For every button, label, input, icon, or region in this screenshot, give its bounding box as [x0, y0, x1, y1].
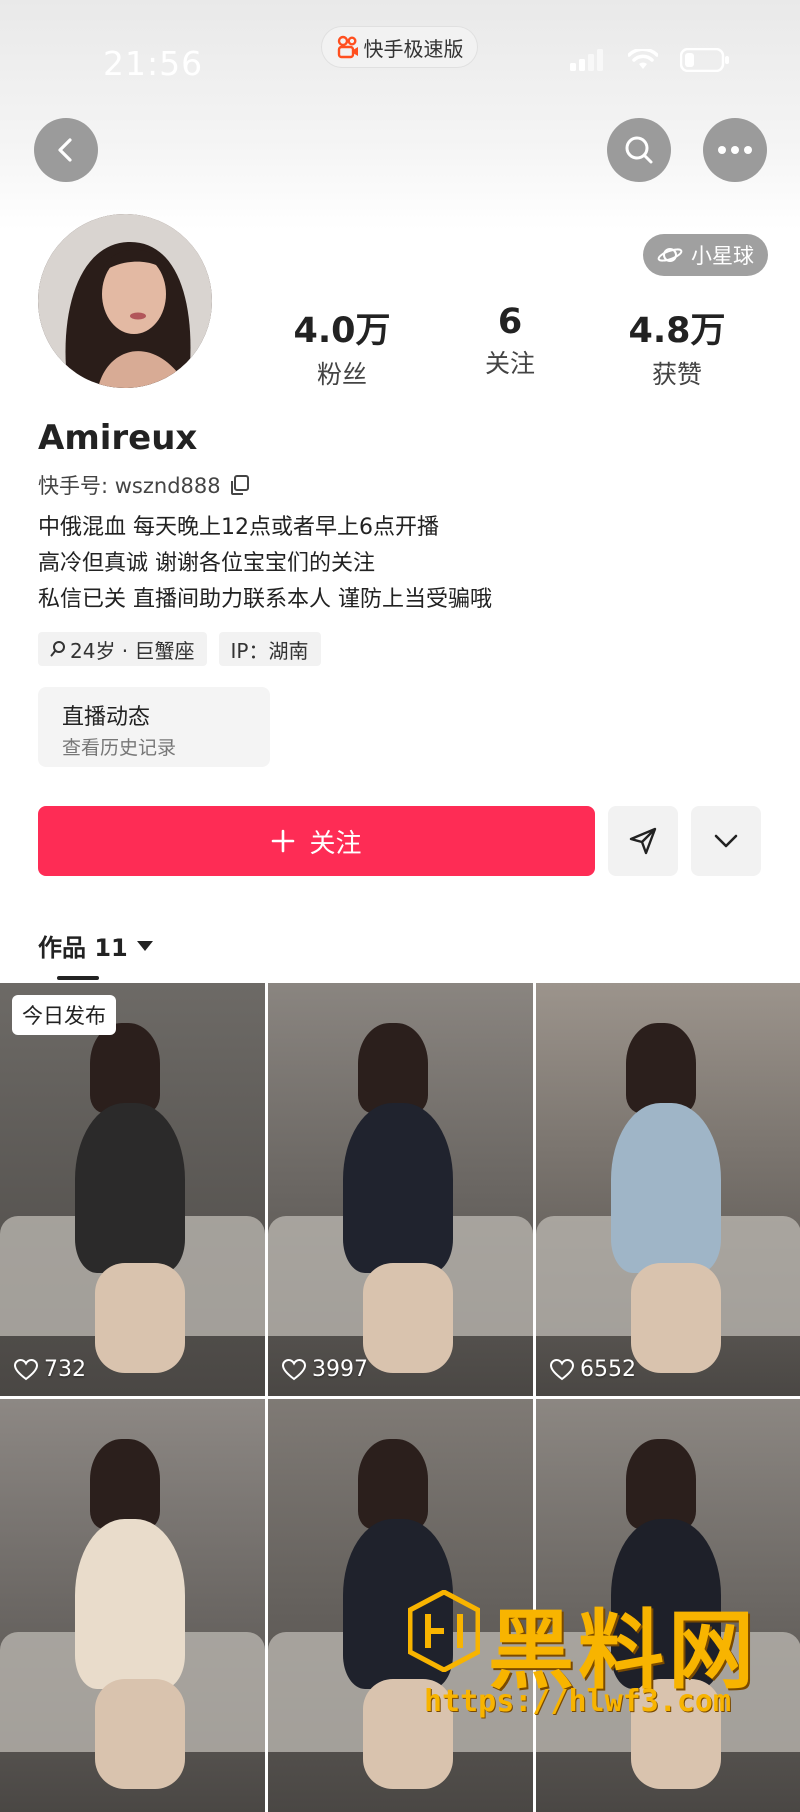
- tag-label: IP：湖南: [230, 638, 309, 663]
- follow-button[interactable]: 关注: [38, 806, 595, 876]
- avatar[interactable]: [38, 214, 212, 388]
- back-button[interactable]: [34, 118, 98, 182]
- search-small-icon: [50, 641, 65, 657]
- stat-likes[interactable]: 4.8万 获赞: [597, 302, 757, 391]
- tile-figure-head: [90, 1023, 160, 1113]
- tile-figure-head: [358, 1439, 428, 1529]
- search-button[interactable]: [607, 118, 671, 182]
- chevron-down-icon: [714, 834, 738, 848]
- app-indicator[interactable]: 快手极速版: [322, 27, 477, 67]
- tile-figure-legs: [95, 1679, 185, 1789]
- watermark: 黑料网 https://hlwf3.com: [398, 1580, 788, 1740]
- stat-following[interactable]: 6 关注: [430, 302, 590, 380]
- work-tile[interactable]: [0, 1399, 265, 1812]
- kuaishou-id-row[interactable]: 快手号: wsznd888: [38, 470, 251, 500]
- likes-count: 732: [44, 1357, 86, 1382]
- tile-figure-legs: [631, 1263, 721, 1373]
- work-tile[interactable]: 6552: [536, 983, 800, 1396]
- tab-indicator: [57, 976, 99, 980]
- chevron-left-icon: [58, 138, 72, 162]
- watermark-logo-icon: [408, 1590, 480, 1672]
- copy-icon[interactable]: [229, 474, 251, 496]
- tab-works-label: 作品 11: [38, 934, 128, 962]
- tile-figure-legs: [363, 1263, 453, 1373]
- status-time: 21:56: [103, 44, 204, 83]
- live-history-card[interactable]: 直播动态 查看历史记录: [38, 687, 270, 767]
- work-tile[interactable]: 3997: [268, 983, 533, 1396]
- tile-figure-body: [75, 1103, 185, 1273]
- stat-value: 4.8万: [628, 311, 726, 351]
- bio-line: 高冷但真诚 谢谢各位宝宝们的关注: [38, 551, 375, 576]
- heart-icon: [550, 1358, 574, 1380]
- share-button[interactable]: [608, 806, 678, 876]
- caret-down-icon: [136, 940, 153, 951]
- tag-ip: IP：湖南: [218, 632, 321, 666]
- profile-tags: 24岁 · 巨蟹座 IP：湖南: [38, 632, 321, 666]
- heart-icon: [282, 1358, 306, 1380]
- watermark-url: https://hlwf3.com: [424, 1684, 732, 1719]
- kuaishou-logo-icon: [337, 35, 358, 59]
- follow-label: 关注: [309, 828, 362, 859]
- tile-likes: 732: [14, 1357, 86, 1382]
- stat-label: 获赞: [651, 360, 702, 389]
- tile-figure-body: [343, 1103, 453, 1273]
- live-card-subtitle: 查看历史记录: [62, 737, 177, 759]
- bio-line: 中俄混血 每天晚上12点或者早上6点开播: [38, 515, 439, 540]
- today-badge: 今日发布: [12, 995, 116, 1035]
- planet-icon: [657, 248, 683, 262]
- username: Amireux: [38, 418, 198, 458]
- send-icon: [629, 827, 657, 855]
- stat-label: 粉丝: [316, 360, 367, 389]
- more-button[interactable]: [703, 118, 767, 182]
- tab-works[interactable]: 作品 11: [38, 928, 154, 963]
- tile-likes: 3997: [282, 1357, 368, 1382]
- more-dots-icon: [718, 146, 752, 154]
- plus-icon: [272, 829, 295, 853]
- likes-count: 6552: [580, 1357, 636, 1382]
- tile-figure-legs: [95, 1263, 185, 1373]
- planet-badge-label: 小星球: [691, 244, 754, 268]
- tile-figure-body: [75, 1519, 185, 1689]
- planet-badge[interactable]: 小星球: [643, 234, 768, 276]
- tag-age-zodiac[interactable]: 24岁 · 巨蟹座: [38, 632, 207, 666]
- stat-value: 6: [497, 302, 523, 342]
- status-bar: 21:56 快手极速版: [0, 0, 800, 110]
- stat-value: 4.0万: [293, 311, 391, 351]
- stat-followers[interactable]: 4.0万 粉丝: [262, 302, 422, 391]
- tile-figure-body: [611, 1103, 721, 1273]
- stat-label: 关注: [484, 349, 535, 378]
- tile-figure-head: [90, 1439, 160, 1529]
- tag-label: 24岁 · 巨蟹座: [70, 638, 195, 663]
- system-icons: [570, 48, 730, 72]
- tile-figure-head: [626, 1439, 696, 1529]
- avatar-portrait: [38, 214, 212, 388]
- kuaishou-id: 快手号: wsznd888: [38, 474, 221, 498]
- bio: 中俄混血 每天晚上12点或者早上6点开播 高冷但真诚 谢谢各位宝宝们的关注 私信…: [38, 510, 492, 618]
- bio-line: 私信已关 直播间助力联系本人 谨防上当受骗哦: [38, 587, 492, 612]
- wifi-icon: [628, 49, 658, 69]
- tile-figure-head: [626, 1023, 696, 1113]
- battery-icon: [680, 48, 729, 72]
- work-tile[interactable]: 今日发布 732: [0, 983, 265, 1396]
- live-card-title: 直播动态: [62, 705, 151, 730]
- app-name: 快手极速版: [363, 36, 464, 61]
- dropdown-button[interactable]: [691, 806, 761, 876]
- heart-icon: [14, 1358, 38, 1380]
- tile-likes: 6552: [550, 1357, 636, 1382]
- search-icon: [625, 136, 653, 164]
- tile-figure-head: [358, 1023, 428, 1113]
- signal-icon: [570, 49, 603, 71]
- likes-count: 3997: [312, 1357, 368, 1382]
